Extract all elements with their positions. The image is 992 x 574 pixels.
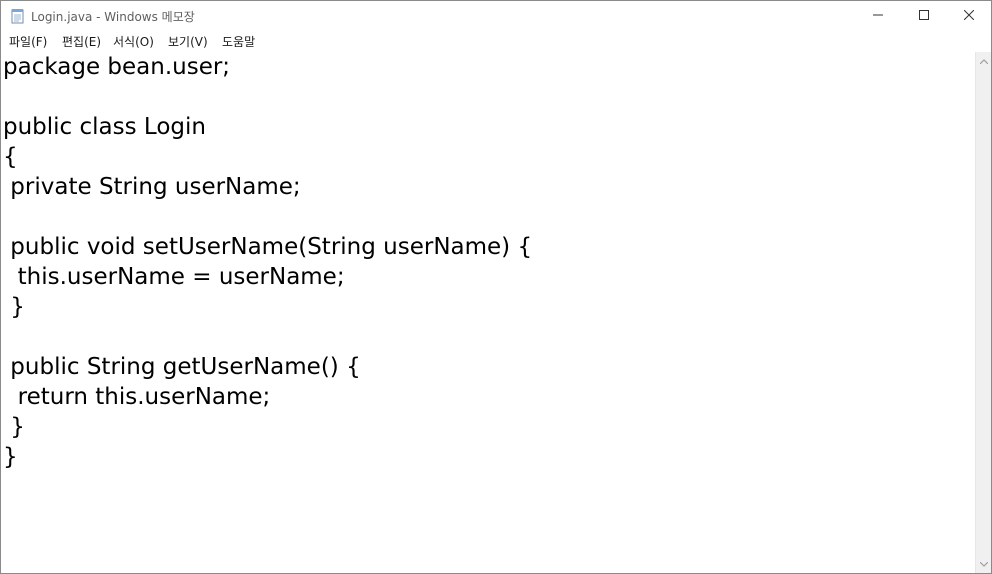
code-line: public class Login [3, 114, 206, 140]
code-line: public void setUserName(String userName)… [3, 234, 533, 260]
menu-file[interactable]: 파일(F) [8, 33, 48, 50]
close-button[interactable] [946, 1, 991, 31]
menu-bar: 파일(F) 편집(E) 서식(O) 보기(V) 도움말 [1, 31, 991, 51]
code-line: } [3, 414, 25, 440]
code-line: this.userName = userName; [3, 264, 345, 290]
menu-view[interactable]: 보기(V) [167, 33, 209, 50]
scroll-down-arrow-icon[interactable] [979, 559, 989, 569]
notepad-icon [11, 8, 25, 24]
scroll-up-arrow-icon[interactable] [979, 56, 989, 66]
maximize-button[interactable] [901, 1, 947, 31]
notepad-window: Login.java - Windows 메모장 파일(F) 편집(E) 서식(… [0, 0, 992, 574]
code-line: { [3, 144, 18, 170]
code-line: package bean.user; [3, 54, 231, 80]
title-bar[interactable]: Login.java - Windows 메모장 [1, 1, 991, 31]
close-icon [963, 7, 975, 25]
code-line: public String getUserName() { [3, 354, 361, 380]
code-line: private String userName; [3, 174, 301, 200]
minimize-icon [873, 7, 883, 25]
code-line: return this.userName; [3, 384, 271, 410]
text-editor[interactable]: package bean.user; public class Login { … [1, 52, 975, 573]
minimize-button[interactable] [855, 1, 901, 31]
maximize-icon [919, 7, 929, 25]
code-line: } [3, 294, 25, 320]
menu-format[interactable]: 서식(O) [112, 33, 155, 50]
window-title: Login.java - Windows 메모장 [31, 10, 195, 24]
code-line: } [3, 444, 18, 470]
vertical-scrollbar[interactable] [975, 52, 991, 573]
menu-edit[interactable]: 편집(E) [61, 33, 102, 50]
menu-help[interactable]: 도움말 [221, 33, 256, 50]
